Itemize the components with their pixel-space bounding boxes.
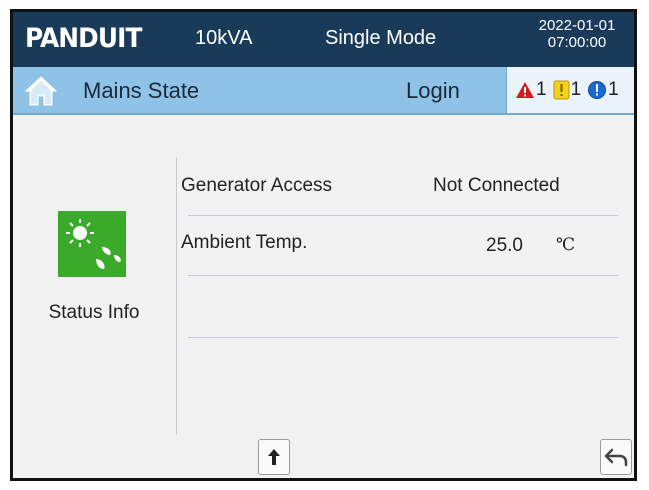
operating-mode: Single Mode [325,27,437,49]
generator-access-label: Generator Access [181,175,333,196]
row-divider [188,337,618,338]
brand-logo: PANDUIT [25,23,142,54]
hmi-screen: PANDUIT 10kVA Single Mode 2022-01-01 07:… [10,9,637,481]
generator-access-value: Not Connected [433,175,560,196]
row-divider [188,275,618,276]
info-alarm-count: 1 [608,79,619,100]
top-header: PANDUIT 10kVA Single Mode 2022-01-01 07:… [13,12,634,67]
ambient-temp-value: 25.0 [486,235,523,256]
blue-info-icon [588,81,607,99]
sun-rain-icon [66,219,121,269]
login-button[interactable]: Login [406,78,460,104]
datetime-display: 2022-01-01 07:00:00 [523,17,631,51]
ambient-temp-unit: ℃ [556,235,576,255]
return-arrow-icon [604,448,628,467]
yellow-warning-icon [553,80,570,100]
row-divider [188,215,618,216]
critical-alarm-indicator[interactable]: 1 [515,79,547,101]
main-content: Status Info Generator Access Not Connect… [13,115,634,478]
ambient-temp-label: Ambient Temp. [181,232,308,253]
vertical-divider [176,157,177,435]
warning-alarm-count: 1 [570,79,582,100]
red-alarm-triangle-icon [516,82,534,98]
status-info-label: Status Info [48,302,140,323]
critical-alarm-count: 1 [536,79,547,100]
status-info-button[interactable] [58,211,126,277]
home-button[interactable] [24,74,58,108]
info-alarm-indicator[interactable]: 1 [587,79,619,101]
time-text: 07:00:00 [547,34,607,51]
alarm-summary[interactable]: 1 1 1 [506,67,634,113]
back-button[interactable] [600,439,632,475]
warning-alarm-indicator[interactable]: 1 [553,79,582,101]
home-icon [24,76,58,106]
arrow-up-icon [268,449,280,465]
power-rating: 10kVA [195,27,253,49]
state-bar: Mains State Login 1 1 1 [13,67,634,115]
scroll-up-button[interactable] [258,439,290,475]
date-text: 2022-01-01 [538,17,616,34]
page-title: Mains State [83,78,200,103]
